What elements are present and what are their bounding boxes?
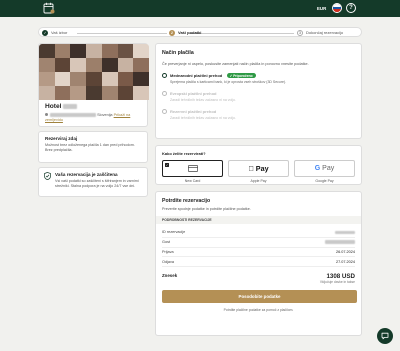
confirm-reservation-card: Potrdite rezervacijo Preverite spodnje p… (155, 191, 362, 336)
confirm-description: Preverite spodnje podatke in potrdite pl… (162, 207, 251, 211)
chat-bubble-icon (381, 332, 389, 340)
help-button[interactable]: ? (346, 3, 356, 13)
details-section-header: PODROBNOSTI REZERVACIJE (156, 216, 361, 224)
payment-option-backup[interactable]: Rezervni plačilni prehod Zaradi tehnični… (162, 109, 355, 120)
recommended-badge: ✓ Priporočeno (226, 73, 256, 79)
step-label: Dokončaj rezervacijo (306, 30, 344, 35)
total-label: Znesek (162, 273, 178, 279)
step-connector (77, 33, 167, 34)
how-to-pay-card: Kako želite rezervirati? ✓ New Card  Pa… (155, 145, 362, 185)
payment-method-card: Način plačila Če preverjanje ni uspelo, … (155, 43, 362, 139)
apple-pay-logo:  Pay (248, 164, 268, 173)
row-label: Prijava (162, 249, 174, 254)
secure-text: Vsi vaši podatki so zaščiteni s šifriran… (55, 179, 139, 188)
option-label: Rezervni plačilni prehod (170, 109, 217, 115)
payment-description: Če preverjanje ni uspelo, poskusite zame… (162, 62, 309, 66)
option-description: Zaradi tehničnih težav začasno ni na vol… (170, 116, 236, 121)
reservation-id-redacted (335, 230, 355, 235)
row-guest: Gost (162, 238, 355, 248)
total-amount: 1308 USD (326, 273, 355, 281)
confirm-title: Potrdite rezervacijo (162, 198, 211, 204)
check-icon: ✓ (165, 163, 169, 167)
payment-option-international[interactable]: Mednarodni plačilni prehod ✓ Priporočeno… (162, 73, 355, 84)
cancellation-text: Možnost brez odloženega plačila 1 dan pr… (45, 143, 135, 152)
hotel-name: Hotel (45, 103, 78, 110)
cancellation-title: Rezerviraj zdaj (45, 136, 78, 141)
google-pay-logo: G Pay (314, 165, 335, 172)
step-your-details: 2 Vaši podatki (169, 29, 202, 36)
radio-unselected[interactable] (162, 109, 167, 115)
submit-button[interactable]: Posodobite podatke (162, 290, 357, 304)
payment-title: Način plačila (162, 50, 194, 56)
row-check-in: Prijava 26.07.2024 (162, 248, 355, 258)
option-label: Mednarodni plačilni prehod (170, 73, 223, 78)
row-label: Gost (162, 240, 171, 245)
language-flag-icon[interactable] (332, 3, 342, 13)
hotel-photo (39, 44, 149, 100)
footnote: Potrdite plačilne podatke za pomoč z pla… (223, 308, 294, 313)
step-connector (189, 33, 294, 34)
method-label: New Card (184, 179, 201, 183)
chat-button[interactable] (377, 328, 393, 344)
card-icon (187, 165, 198, 172)
step-check-icon: ✓ (42, 29, 48, 36)
method-google-pay[interactable]: G Pay Google Pay (294, 160, 355, 183)
row-check-out: Odjava 27.07.2024 (162, 257, 355, 268)
method-label: Google Pay (315, 179, 334, 183)
radio-unselected[interactable] (162, 91, 167, 97)
progress-steps: ✓ Vaš izbor 2 Vaši podatki 3 Dokončaj re… (38, 27, 362, 37)
address-country: Slovenija (97, 113, 113, 117)
option-label: Evropski plačilni prehod (170, 91, 217, 97)
step-label: Vaši podatki (178, 30, 202, 35)
location-pin-icon (45, 113, 48, 116)
total-row: Znesek 1308 USD Vključuje davke in takse (162, 273, 355, 284)
google-pay-tile[interactable]: G Pay (294, 160, 355, 177)
row-reservation-id: ID rezervacije (162, 228, 355, 238)
step-number: 2 (169, 29, 175, 36)
method-label: Apple Pay (250, 179, 267, 183)
row-value: 26.07.2024 (335, 249, 355, 254)
step-label: Vaš izbor (51, 30, 68, 35)
method-apple-pay[interactable]:  Pay Apple Pay (228, 160, 289, 183)
secure-title: Vaša rezervacija je zaščitena (55, 172, 118, 177)
row-label: ID rezervacije (162, 230, 186, 235)
option-description: Sprejema plačila s karticami bank, ki je… (170, 80, 287, 85)
step-your-choice: ✓ Vaš izbor (42, 29, 68, 36)
apple-pay-tile[interactable]:  Pay (228, 160, 289, 177)
method-new-card[interactable]: ✓ New Card (162, 160, 223, 183)
calendar-logo-icon[interactable] (43, 2, 55, 14)
address-redacted (50, 113, 97, 117)
secure-booking-card: Vaša rezervacija je zaščitena Vsi vaši p… (38, 167, 148, 197)
top-bar: EUR ? (0, 0, 400, 17)
new-card-tile[interactable]: ✓ (162, 160, 223, 177)
guest-redacted (325, 240, 355, 244)
currency-selector[interactable]: EUR (317, 6, 326, 11)
row-value: 27.07.2024 (335, 259, 355, 264)
payment-option-european[interactable]: Evropski plačilni prehod Zaradi tehnični… (162, 91, 355, 102)
total-note: Vključuje davke in takse (319, 280, 355, 285)
hotel-card: Hotel Slovenija Prikaži na zemljevidu (38, 43, 149, 127)
how-to-pay-title: Kako želite rezervirati? (162, 151, 206, 156)
shield-icon (44, 172, 51, 180)
row-label: Odjava (162, 259, 175, 264)
option-description: Zaradi tehničnih težav začasno ni na vol… (170, 98, 236, 103)
hotel-address: Slovenija Prikaži na zemljevidu (45, 113, 145, 123)
step-number: 3 (297, 29, 303, 36)
cancellation-card: Rezerviraj zdaj Možnost brez odloženega … (38, 131, 148, 163)
step-complete: 3 Dokončaj rezervacijo (297, 29, 344, 36)
hotel-name-redacted (63, 103, 78, 109)
radio-selected[interactable] (162, 73, 167, 78)
